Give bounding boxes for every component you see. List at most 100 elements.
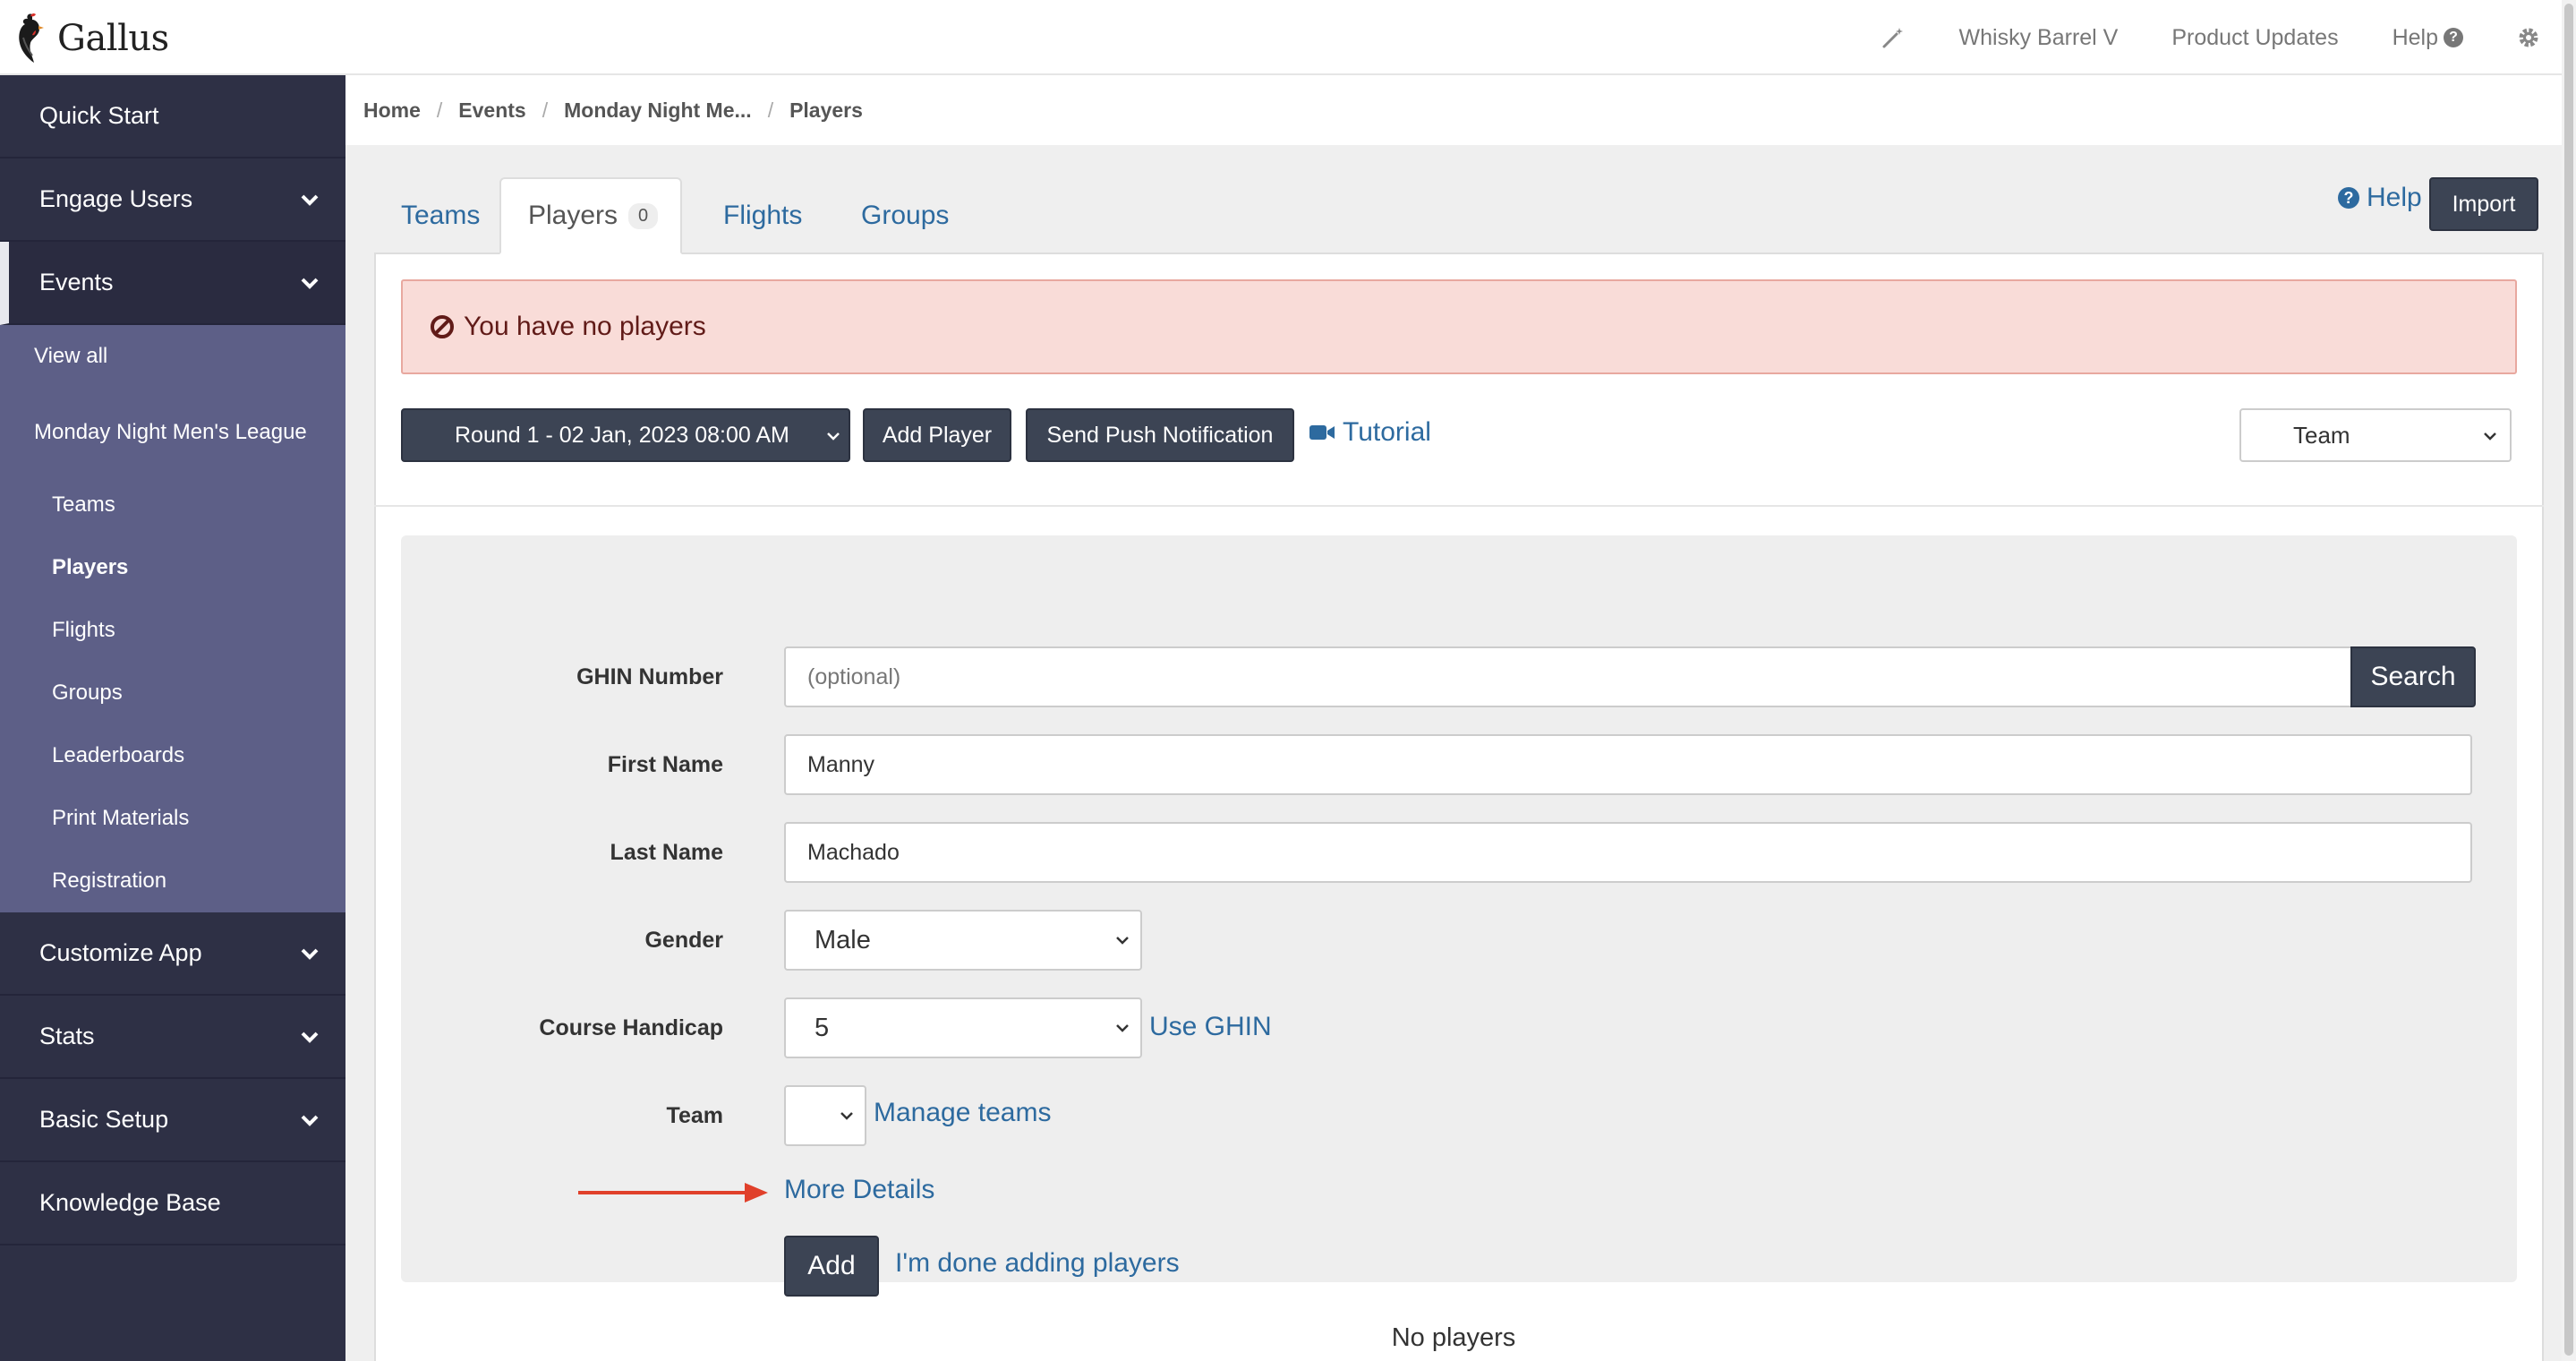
sidebar-item-print-materials[interactable]: Print Materials: [0, 787, 345, 850]
sidebar-item-basic-setup[interactable]: Basic Setup: [0, 1079, 345, 1162]
tab-players[interactable]: Players 0: [499, 177, 682, 254]
chevron-down-icon: [827, 432, 840, 441]
course-handicap-label: Course Handicap: [539, 1015, 723, 1040]
sidebar-item-label: Engage Users: [39, 185, 193, 212]
chevron-down-icon: [301, 1115, 319, 1126]
gender-label: Gender: [644, 928, 723, 953]
sidebar-item-label: Knowledge Base: [39, 1189, 221, 1216]
ghin-search-button[interactable]: Search: [2350, 646, 2476, 707]
divider: [374, 505, 2544, 507]
group-by-select[interactable]: Team: [2239, 408, 2512, 462]
tab-flights[interactable]: Flights: [696, 177, 829, 254]
sidebar-item-teams[interactable]: Teams: [0, 474, 345, 536]
course-handicap-value: 5: [815, 1013, 830, 1042]
last-name-input[interactable]: Machado: [784, 822, 2472, 883]
add-player-button[interactable]: Add Player: [863, 408, 1011, 462]
sidebar-item-league[interactable]: Monday Night Men's League: [0, 388, 345, 474]
manage-teams-link[interactable]: Manage teams: [874, 1098, 1051, 1128]
top-bar: Gallus Whisky Barrel V Product Updates H…: [0, 0, 2562, 75]
first-name-label: First Name: [607, 752, 723, 777]
breadcrumb-separator: /: [436, 98, 443, 122]
chevron-down-icon: [2484, 432, 2496, 441]
annotation-arrow-icon: [578, 1183, 768, 1203]
gear-icon: [2519, 28, 2538, 47]
round-select[interactable]: Round 1 - 02 Jan, 2023 08:00 AM: [401, 408, 850, 462]
sidebar-item-label: Events: [39, 269, 114, 295]
tab-teams[interactable]: Teams: [374, 177, 507, 254]
sidebar-item-quick-start[interactable]: Quick Start: [0, 75, 345, 158]
sidebar-item-view-all[interactable]: View all: [0, 325, 345, 388]
done-adding-link[interactable]: I'm done adding players: [895, 1248, 1180, 1279]
team-label: Team: [666, 1103, 723, 1128]
sidebar-item-knowledge-base[interactable]: Knowledge Base: [0, 1162, 345, 1245]
players-count-badge: 0: [628, 202, 659, 229]
breadcrumb-events[interactable]: Events: [458, 98, 525, 123]
chevron-down-icon: [1116, 937, 1129, 945]
sidebar-item-events[interactable]: Events: [0, 242, 345, 325]
sidebar-item-registration[interactable]: Registration: [0, 850, 345, 912]
send-push-notification-button[interactable]: Send Push Notification: [1026, 408, 1294, 462]
sidebar-item-label: Quick Start: [39, 102, 159, 129]
breadcrumb-current: Players: [789, 98, 863, 122]
question-circle-icon: ?: [2444, 28, 2463, 47]
tab-groups[interactable]: Groups: [834, 177, 976, 254]
add-button[interactable]: Add: [784, 1236, 879, 1297]
sidebar-item-label: Stats: [39, 1023, 95, 1049]
empty-state: No players: [1391, 1323, 1516, 1352]
chevron-down-icon: [301, 1031, 319, 1043]
last-name-label: Last Name: [610, 840, 723, 865]
round-select-value: Round 1 - 02 Jan, 2023 08:00 AM: [455, 422, 789, 448]
events-submenu: View all Monday Night Men's League Teams…: [0, 325, 345, 912]
gender-select[interactable]: Male: [784, 910, 1142, 971]
chevron-down-icon: [301, 278, 319, 289]
chevron-down-icon: [301, 948, 319, 960]
help-link-label: Help: [2367, 183, 2422, 212]
scrollbar-thumb[interactable]: [2564, 4, 2573, 1356]
brand-name: Gallus: [57, 18, 169, 59]
ghin-label: GHIN Number: [576, 664, 723, 689]
help-link[interactable]: ? Help: [2338, 183, 2422, 213]
chevron-down-icon: [1116, 1024, 1129, 1032]
use-ghin-link[interactable]: Use GHIN: [1149, 1012, 1272, 1042]
more-details-link[interactable]: More Details: [784, 1175, 934, 1205]
tutorial-link[interactable]: Tutorial: [1309, 417, 1431, 448]
page-scrollbar[interactable]: [2562, 0, 2576, 1361]
magic-wand-icon[interactable]: [1881, 25, 1906, 50]
sidebar-item-flights[interactable]: Flights: [0, 599, 345, 662]
sidebar-item-stats[interactable]: Stats: [0, 996, 345, 1079]
account-menu[interactable]: Whisky Barrel V: [1959, 25, 2119, 51]
product-updates-link[interactable]: Product Updates: [2171, 25, 2338, 51]
import-button[interactable]: Import: [2429, 177, 2538, 231]
sidebar-item-leaderboards[interactable]: Leaderboards: [0, 724, 345, 787]
question-circle-icon: ?: [2338, 187, 2359, 209]
group-by-value: Team: [2293, 421, 2350, 449]
team-select[interactable]: [784, 1085, 866, 1146]
settings-menu[interactable]: [2517, 26, 2540, 49]
breadcrumb-separator: /: [542, 98, 549, 122]
video-camera-icon: [1309, 425, 1335, 440]
tutorial-label: Tutorial: [1343, 417, 1431, 447]
tab-label: Groups: [861, 201, 950, 230]
sidebar-item-label: Basic Setup: [39, 1106, 169, 1133]
tab-label: Players: [528, 201, 618, 230]
ban-icon: [431, 315, 454, 338]
top-nav: Whisky Barrel V Product Updates Help ?: [1881, 0, 2540, 75]
no-players-alert: You have no players: [401, 279, 2517, 374]
first-name-input[interactable]: Manny: [784, 734, 2472, 795]
breadcrumb-league[interactable]: Monday Night Me...: [564, 98, 752, 123]
sidebar-item-groups[interactable]: Groups: [0, 662, 345, 724]
brand-logo[interactable]: Gallus: [13, 11, 169, 66]
course-handicap-select[interactable]: 5: [784, 997, 1142, 1058]
sidebar-item-label: Customize App: [39, 939, 202, 966]
tab-label: Teams: [401, 201, 481, 230]
help-menu-label: Help: [2392, 24, 2438, 50]
alert-message: You have no players: [464, 312, 706, 341]
ghin-input[interactable]: (optional): [784, 646, 2352, 707]
breadcrumb-home[interactable]: Home: [363, 98, 421, 123]
sidebar-item-customize-app[interactable]: Customize App: [0, 912, 345, 996]
breadcrumb-separator: /: [767, 98, 774, 122]
help-menu[interactable]: Help ?: [2393, 25, 2463, 51]
sidebar-item-engage-users[interactable]: Engage Users: [0, 158, 345, 242]
breadcrumb: Home / Events / Monday Night Me... / Pla…: [345, 75, 2562, 145]
sidebar-item-players[interactable]: Players: [0, 536, 345, 599]
